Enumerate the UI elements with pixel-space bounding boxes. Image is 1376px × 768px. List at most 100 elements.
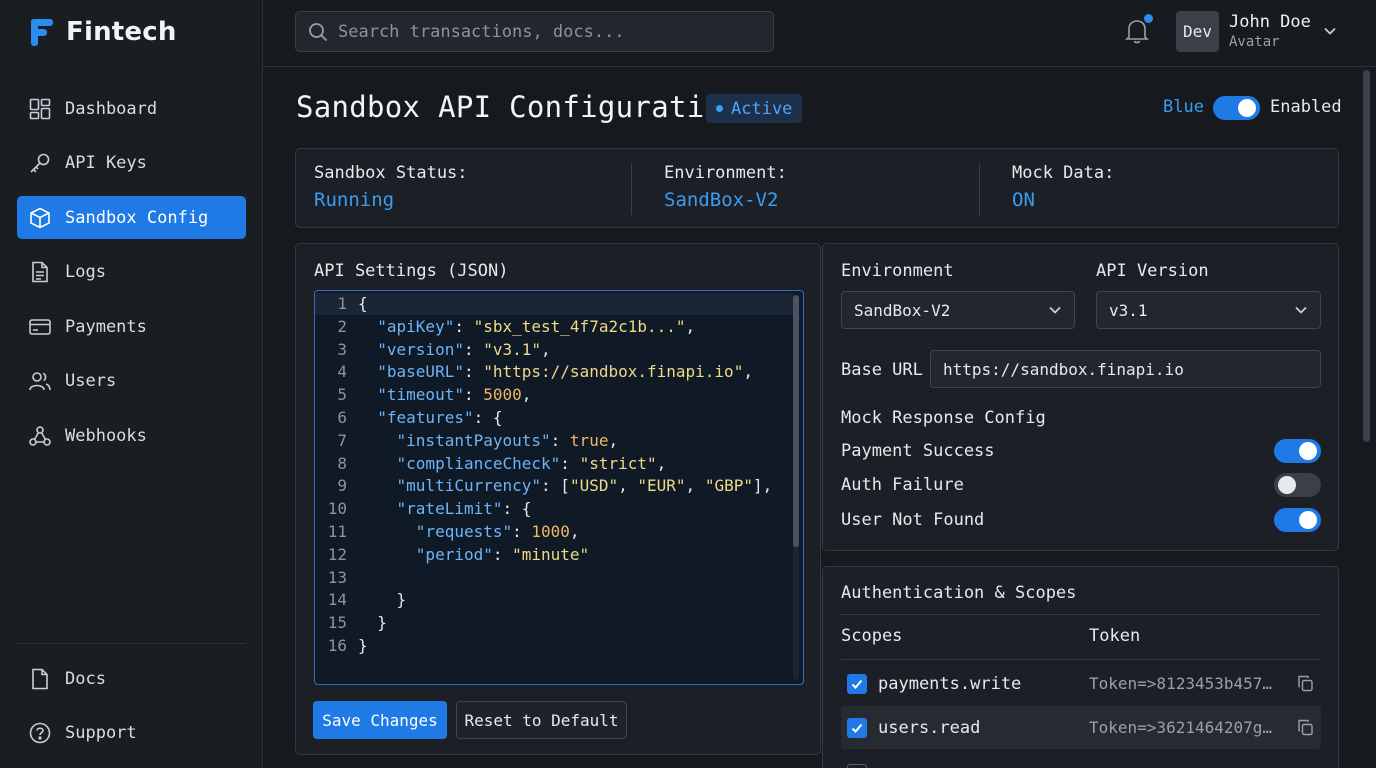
brand[interactable]: Fintech (28, 14, 177, 50)
payment-success-toggle[interactable] (1274, 439, 1321, 463)
environment-select[interactable]: SandBox-V2 (841, 291, 1075, 329)
environment-select-value: SandBox-V2 (854, 300, 951, 320)
help-icon (29, 722, 51, 744)
check-icon (850, 721, 864, 735)
line-number: 15 (327, 613, 347, 633)
api-settings-title: API Settings (JSON) (314, 261, 509, 281)
sidebar-item-label: Dashboard (65, 98, 158, 119)
mock-row-user-not-found: User Not Found (841, 507, 1321, 533)
check-icon (850, 677, 864, 691)
brand-name: Fintech (66, 17, 177, 47)
enabled-toggle[interactable] (1213, 96, 1260, 120)
line-number: 5 (337, 385, 347, 405)
line-number: 7 (337, 430, 347, 450)
page-scrollbar[interactable] (1363, 70, 1370, 442)
divider (841, 659, 1321, 660)
toggle-knob (1299, 442, 1317, 460)
chevron-down-icon[interactable] (1323, 24, 1337, 38)
environment-stat: Environment: SandBox-V2 (664, 163, 787, 211)
line-number: 1 (337, 294, 347, 313)
line-number: 4 (337, 362, 347, 382)
line-number: 12 (327, 544, 347, 564)
environment-settings-card: Environment API Version SandBox-V2 v3.1 … (822, 243, 1339, 551)
table-row (841, 752, 1321, 768)
sidebar-item-users[interactable]: Users (17, 360, 246, 403)
notification-dot (1144, 14, 1153, 23)
scope-checkbox[interactable] (847, 763, 867, 768)
json-editor[interactable]: 1 2 3 4 5 6 7 8 9 10 11 12 13 14 15 16 { "apiKey": "sbx… (314, 290, 804, 685)
copy-icon[interactable] (1297, 675, 1314, 692)
line-number: 13 (327, 567, 347, 587)
sidebar-item-api-keys[interactable]: API Keys (17, 142, 246, 185)
sandbox-status-stat: Sandbox Status: Running (314, 163, 468, 211)
api-settings-card: API Settings (JSON) 1 2 3 4 5 6 7 8 9 10 11 12 13 14 1… (295, 243, 821, 755)
sidebar-item-webhooks[interactable]: Webhooks (17, 414, 246, 457)
search-input[interactable] (338, 21, 758, 42)
user-not-found-toggle[interactable] (1274, 508, 1321, 532)
table-row: users.read Token=>3621464207g... (841, 706, 1321, 749)
sidebar-item-docs[interactable]: Docs (17, 657, 246, 700)
line-number: 16 (327, 635, 347, 655)
search-icon (308, 22, 328, 42)
users-icon (29, 370, 51, 392)
toggle-knob (1299, 511, 1317, 529)
auth-failure-toggle[interactable] (1274, 473, 1321, 497)
scope-checkbox[interactable] (847, 717, 867, 738)
sidebar-item-logs[interactable]: Logs (17, 251, 246, 294)
line-number: 10 (327, 499, 347, 519)
cube-icon (29, 207, 51, 229)
scope-name: users.read (878, 717, 981, 738)
toggle-knob (1278, 476, 1296, 494)
sidebar-nav: Dashboard API Keys Sandbox Config Logs P… (17, 87, 246, 469)
dashboard-icon (29, 98, 51, 120)
file-icon (29, 668, 51, 690)
sidebar-item-label: Support (65, 723, 137, 743)
copy-icon[interactable] (1297, 719, 1314, 736)
status-badge: Active (706, 94, 803, 123)
line-number: 8 (337, 453, 347, 473)
line-number: 6 (337, 407, 347, 427)
sandbox-status-label: Sandbox Status: (314, 163, 468, 183)
editor-scrollbar[interactable] (793, 295, 799, 547)
scope-checkbox[interactable] (847, 673, 867, 694)
line-number: 14 (327, 590, 347, 610)
notifications-button[interactable] (1125, 14, 1153, 46)
status-badge-label: Active (731, 98, 793, 119)
line-number: 9 (337, 476, 347, 496)
scopes-column-header: Scopes (841, 626, 903, 646)
credit-card-icon (29, 316, 51, 338)
divider (979, 163, 980, 215)
mock-row-auth-failure: Auth Failure (841, 472, 1321, 498)
mock-row-payment-success: Payment Success (841, 438, 1321, 464)
auth-scopes-title: Authentication & Scopes (841, 583, 1077, 603)
environment-label: Environment: (664, 163, 787, 183)
document-icon (29, 261, 51, 283)
chevron-down-icon (1048, 303, 1062, 317)
page-title: Sandbox API Configuration (296, 90, 740, 124)
sidebar-item-support[interactable]: Support (17, 712, 246, 755)
webhook-icon (29, 425, 51, 447)
json-code[interactable]: { "apiKey": "sbx_test_4f7a2c1b...", "ver… (358, 293, 772, 658)
avatar[interactable]: Dev (1176, 11, 1219, 52)
reset-default-button[interactable]: Reset to Default (456, 701, 627, 739)
sidebar-item-sandbox-config[interactable]: Sandbox Config (17, 196, 246, 239)
mock-label: Payment Success (841, 441, 995, 461)
sidebar-bottom-nav: Docs Support (17, 657, 246, 766)
scope-name: payments.write (878, 673, 1022, 694)
search-box[interactable] (295, 11, 774, 52)
user-name[interactable]: John Doe (1229, 12, 1311, 32)
sidebar-item-payments[interactable]: Payments (17, 305, 246, 348)
line-number: 3 (337, 339, 347, 359)
mock-data-value: ON (1012, 189, 1035, 211)
sidebar-item-label: API Keys (65, 153, 147, 173)
token-value: Token=>8123453b457... (1089, 674, 1277, 693)
sidebar-divider (17, 643, 246, 644)
enabled-label: Enabled (1270, 97, 1342, 117)
base-url-field[interactable]: https://sandbox.finapi.io (930, 350, 1321, 388)
api-version-select[interactable]: v3.1 (1096, 291, 1321, 329)
save-changes-button[interactable]: Save Changes (313, 701, 447, 739)
divider (841, 614, 1321, 615)
divider (631, 163, 632, 215)
sidebar-item-dashboard[interactable]: Dashboard (17, 87, 246, 130)
token-column-header: Token (1089, 626, 1141, 646)
